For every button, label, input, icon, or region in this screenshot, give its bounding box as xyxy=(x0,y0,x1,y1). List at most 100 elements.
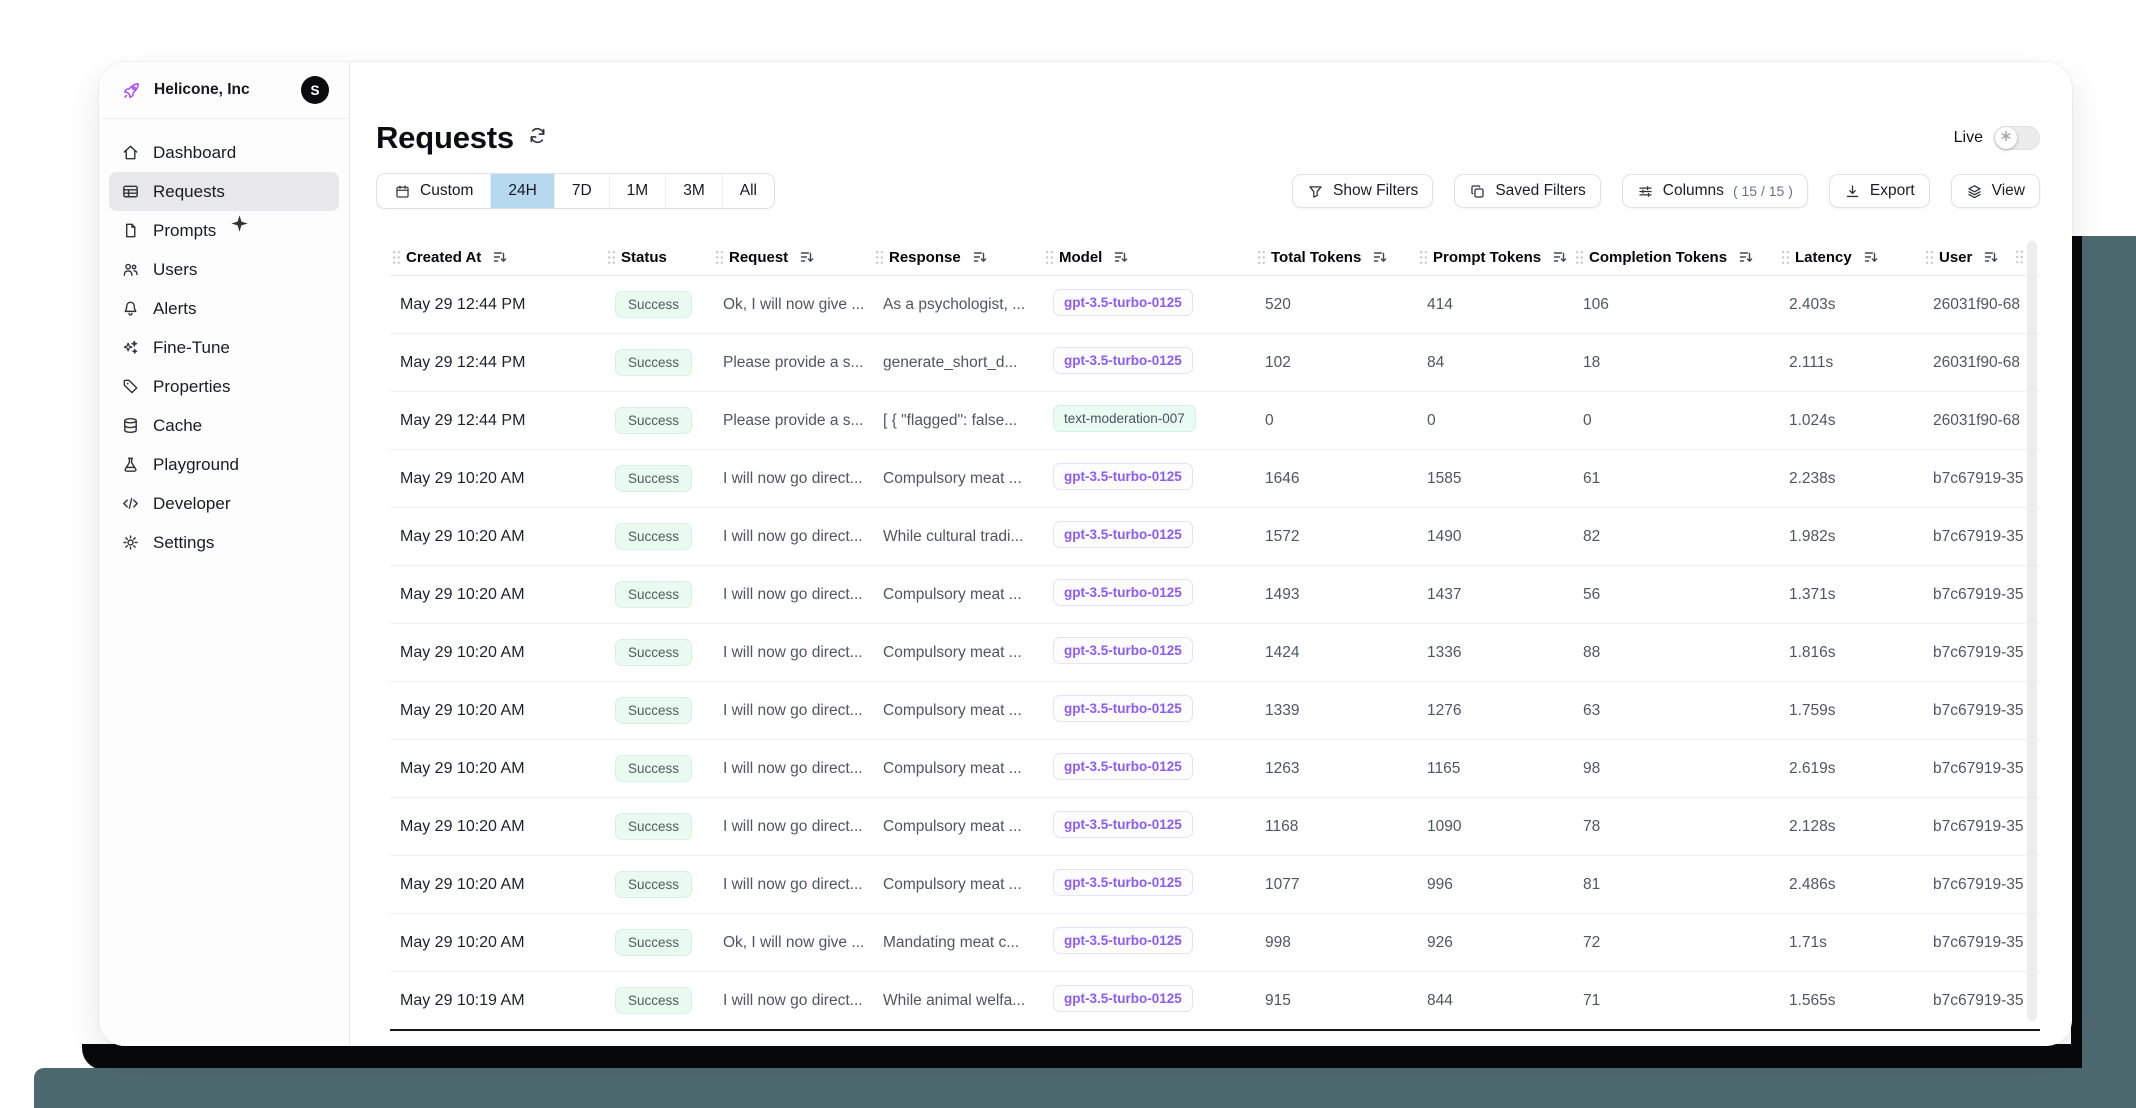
response-cell: Compulsory meat ... xyxy=(873,644,1043,662)
column-header-total-tokens[interactable]: Total Tokens xyxy=(1255,249,1417,266)
sidebar-item-fine-tune[interactable]: Fine-Tune xyxy=(109,328,339,367)
sidebar-item-properties[interactable]: Properties xyxy=(109,367,339,406)
model-cell: gpt-3.5-turbo-0125 xyxy=(1043,463,1255,495)
column-header-request[interactable]: Request xyxy=(713,249,873,266)
sidebar-item-requests[interactable]: Requests xyxy=(109,172,339,211)
table-row[interactable]: May 29 12:44 PMSuccessPlease provide a s… xyxy=(390,334,2040,392)
prompt-tokens-cell: 1585 xyxy=(1417,470,1573,488)
sidebar-item-dashboard[interactable]: Dashboard xyxy=(109,133,339,172)
table-row[interactable]: May 29 10:20 AMSuccessI will now go dire… xyxy=(390,450,2040,508)
table-row[interactable]: May 29 10:20 AMSuccessOk, I will now giv… xyxy=(390,914,2040,972)
time-range-7d[interactable]: 7D xyxy=(554,174,609,208)
table-row[interactable]: May 29 12:44 PMSuccessPlease provide a s… xyxy=(390,392,2040,450)
table-row[interactable]: May 29 10:19 AMSuccessI will now go dire… xyxy=(390,972,2040,1029)
created-at-cell: May 29 10:20 AM xyxy=(390,876,605,894)
completion-tokens-cell: 18 xyxy=(1573,354,1779,372)
column-header-latency[interactable]: Latency xyxy=(1779,249,1923,266)
prompt-tokens-cell: 1276 xyxy=(1417,702,1573,720)
asterisk-icon xyxy=(2000,129,2012,147)
created-at-cell: May 29 10:20 AM xyxy=(390,702,605,720)
status-cell: Success xyxy=(605,581,713,608)
live-label: Live xyxy=(1954,129,1983,147)
completion-tokens-cell: 88 xyxy=(1573,644,1779,662)
model-badge: gpt-3.5-turbo-0125 xyxy=(1053,753,1193,780)
button-label: Columns xyxy=(1663,182,1724,200)
export-button[interactable]: Export xyxy=(1829,174,1930,208)
sort-icon xyxy=(493,250,507,264)
user-cell: b7c67919-35 xyxy=(1923,586,2040,604)
table-row[interactable]: May 29 10:20 AMSuccessI will now go dire… xyxy=(390,798,2040,856)
refresh-button[interactable] xyxy=(527,125,548,151)
time-range-selector: Custom24H7D1M 3M All xyxy=(376,173,775,209)
table-row[interactable]: May 29 10:20 AMSuccessI will now go dire… xyxy=(390,624,2040,682)
drag-handle-icon xyxy=(715,250,724,265)
drag-handle-icon xyxy=(1045,250,1054,265)
column-header-status[interactable]: Status xyxy=(605,249,713,266)
sidebar-item-alerts[interactable]: Alerts xyxy=(109,289,339,328)
sidebar-item-users[interactable]: Users xyxy=(109,250,339,289)
column-header-prompt-tokens[interactable]: Prompt Tokens xyxy=(1417,249,1573,266)
time-range-custom[interactable]: Custom xyxy=(377,174,490,208)
live-control: Live xyxy=(1954,126,2040,150)
status-badge: Success xyxy=(615,639,692,666)
status-cell: Success xyxy=(605,349,713,376)
completion-tokens-cell: 56 xyxy=(1573,586,1779,604)
status-cell: Success xyxy=(605,697,713,724)
status-badge: Success xyxy=(615,407,692,434)
status-badge: Success xyxy=(615,523,692,550)
table-row[interactable]: May 29 12:44 PMSuccessOk, I will now giv… xyxy=(390,276,2040,334)
time-range-all[interactable]: All xyxy=(722,174,774,208)
created-at-cell: May 29 12:44 PM xyxy=(390,296,605,314)
model-cell: gpt-3.5-turbo-0125 xyxy=(1043,521,1255,553)
live-toggle[interactable] xyxy=(1994,126,2040,150)
request-cell: I will now go direct... xyxy=(713,470,873,488)
time-range-1m[interactable]: 1M xyxy=(609,174,666,208)
sidebar-nav: DashboardRequestsPromptsUsersAlerts Fine-… xyxy=(99,119,349,562)
table-row[interactable]: May 29 10:20 AMSuccessI will now go dire… xyxy=(390,508,2040,566)
table-row[interactable]: May 29 10:20 AMSuccessI will now go dire… xyxy=(390,740,2040,798)
completion-tokens-cell: 71 xyxy=(1573,992,1779,1010)
user-cell: b7c67919-35 xyxy=(1923,992,2040,1010)
time-range-3m[interactable]: 3M xyxy=(665,174,722,208)
prompt-tokens-cell: 1165 xyxy=(1417,760,1573,778)
latency-cell: 1.024s xyxy=(1779,412,1923,430)
sidebar-item-settings[interactable]: Settings xyxy=(109,523,339,562)
status-cell: Success xyxy=(605,987,713,1014)
sidebar-item-developer[interactable]: Developer xyxy=(109,484,339,523)
funnel-icon xyxy=(1307,183,1324,200)
status-badge: Success xyxy=(615,465,692,492)
column-header-created-at[interactable]: Created At xyxy=(390,249,605,266)
column-header-response[interactable]: Response xyxy=(873,249,1043,266)
time-range-label: 3M xyxy=(683,182,705,200)
model-badge: gpt-3.5-turbo-0125 xyxy=(1053,811,1193,838)
column-header-model[interactable]: Model xyxy=(1043,249,1255,266)
latency-cell: 1.371s xyxy=(1779,586,1923,604)
total-tokens-cell: 1077 xyxy=(1255,876,1417,894)
sidebar-item-playground[interactable]: Playground xyxy=(109,445,339,484)
table-row[interactable]: May 29 10:20 AMSuccessI will now go dire… xyxy=(390,682,2040,740)
sidebar-item-label: Properties xyxy=(153,377,230,397)
table-scrollbar[interactable] xyxy=(2027,241,2037,1021)
completion-tokens-cell: 63 xyxy=(1573,702,1779,720)
completion-tokens-cell: 82 xyxy=(1573,528,1779,546)
created-at-cell: May 29 10:20 AM xyxy=(390,586,605,604)
total-tokens-cell: 1572 xyxy=(1255,528,1417,546)
sidebar-item-label: Fine-Tune xyxy=(153,338,230,358)
table-row[interactable]: May 29 10:20 AMSuccessI will now go dire… xyxy=(390,856,2040,914)
sliders-icon xyxy=(1637,183,1654,200)
column-header-completion-tokens[interactable]: Completion Tokens xyxy=(1573,249,1779,266)
sidebar-item-cache[interactable]: Cache xyxy=(109,406,339,445)
avatar[interactable]: S xyxy=(301,76,329,104)
table-row[interactable]: May 29 10:20 AMSuccessI will now go dire… xyxy=(390,566,2040,624)
show-filters-button[interactable]: Show Filters xyxy=(1292,174,1433,208)
org-header[interactable]: Helicone, Inc S xyxy=(99,62,349,119)
sort-icon xyxy=(1864,250,1878,264)
saved-filters-button[interactable]: Saved Filters xyxy=(1454,174,1600,208)
columns-button[interactable]: Columns( 15 / 15 ) xyxy=(1622,174,1808,208)
time-range-24h[interactable]: 24H xyxy=(490,174,553,208)
prompt-tokens-cell: 844 xyxy=(1417,992,1573,1010)
sidebar-item-prompts[interactable]: Prompts xyxy=(109,211,339,250)
latency-cell: 2.619s xyxy=(1779,760,1923,778)
view-button[interactable]: View xyxy=(1951,174,2040,208)
latency-cell: 2.111s xyxy=(1779,354,1923,372)
